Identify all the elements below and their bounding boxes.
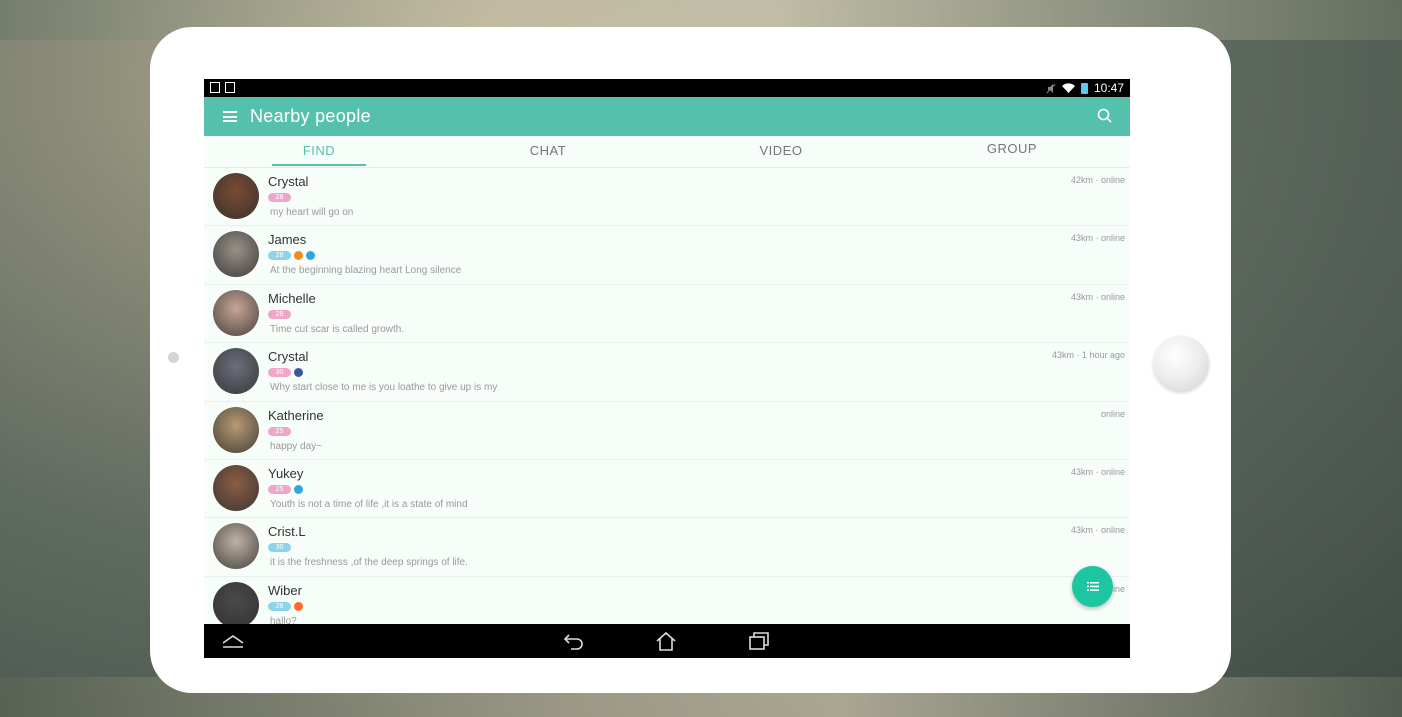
list-item[interactable]: Crystal 28 my heart will go on 42km · onlin… (204, 168, 1130, 227)
back-icon[interactable] (563, 631, 585, 651)
battery-icon (1080, 82, 1088, 94)
tab-group[interactable]: GROUP (965, 134, 1059, 165)
distance-status: 43km · online (1070, 525, 1125, 536)
distance-status: 43km · online (1070, 291, 1125, 302)
badges: 25 (268, 484, 303, 494)
page-title: Nearby people (250, 106, 371, 126)
app-bar: Nearby people (204, 97, 1130, 136)
distance-status: 43km · online (1070, 233, 1125, 244)
search-icon[interactable] (1097, 108, 1112, 123)
verified-icon (306, 251, 315, 261)
list-item[interactable]: Yukey 25 Youth is not a time of life ,it i… (204, 460, 1130, 519)
person-name: Crist.L (268, 524, 306, 540)
list-item[interactable]: Katherine 25 happy day~ online (204, 402, 1130, 460)
female-age-badge: 28 (268, 309, 291, 319)
status-message: Youth is not a time of life ,it is a sta… (270, 498, 468, 510)
male-age-badge: 30 (268, 543, 291, 553)
fire-icon (294, 601, 303, 611)
male-age-badge: 28 (268, 251, 291, 261)
status-bar: 10:47 (204, 79, 1130, 97)
status-message: it is the freshness ,of the deep springs… (270, 557, 468, 569)
wifi-icon (1061, 83, 1075, 93)
person-name: Crystal (268, 349, 309, 365)
facebook-icon (294, 368, 303, 378)
list-item[interactable]: James 28 At the beginning blazing heart Lo… (204, 226, 1130, 285)
person-name: Katherine (268, 407, 324, 423)
list-item[interactable]: Michelle 28 Time cut scar is called growth… (204, 285, 1130, 344)
avatar[interactable] (213, 464, 259, 511)
list-icon (1087, 582, 1099, 591)
male-age-badge: 28 (268, 601, 291, 611)
screen: 10:47 Nearby people FIND CHAT VIDEO GROU… (204, 79, 1130, 658)
list-item[interactable]: Crystal 30 Why start close to me is you lo… (204, 343, 1130, 402)
list-item[interactable]: Crist.L 30 it is the freshness ,of the dee… (204, 518, 1130, 577)
camera-icon (168, 352, 179, 363)
female-age-badge: 30 (268, 368, 291, 378)
verified-icon (294, 484, 303, 494)
avatar[interactable] (213, 231, 259, 278)
recents-icon[interactable] (748, 631, 770, 651)
female-age-badge: 28 (268, 193, 291, 202)
person-name: Yukey (268, 465, 304, 481)
avatar[interactable] (213, 581, 259, 628)
status-message: Why start close to me is you loathe to g… (270, 382, 498, 394)
status-message: my heart will go on (270, 207, 354, 218)
badges: 28 (268, 309, 291, 319)
status-time: 10:47 (1093, 81, 1124, 95)
person-name: James (268, 232, 307, 248)
badge-icon (294, 251, 303, 261)
person-name: Michelle (268, 290, 316, 306)
badges: 28 (268, 193, 291, 202)
image-icon (225, 82, 235, 93)
status-message: Time cut scar is called growth. (270, 323, 405, 335)
status-message: At the beginning blazing heart Long sile… (270, 265, 462, 277)
badges: 30 (268, 543, 291, 553)
badges: 28 (268, 251, 315, 261)
avatar[interactable] (213, 173, 259, 219)
distance-status: 43km · online (1070, 466, 1125, 477)
status-message: happy day~ (270, 440, 322, 452)
female-age-badge: 25 (268, 426, 291, 436)
fab-button[interactable] (1072, 566, 1113, 607)
avatar[interactable] (213, 406, 259, 453)
tablet-home-button[interactable] (1153, 336, 1209, 392)
distance-status: 43km · 1 hour ago (1051, 350, 1125, 361)
distance-status: 42km · online (1070, 175, 1125, 185)
badges: 28 (268, 601, 303, 611)
notification-icon (210, 82, 220, 93)
up-chevron-icon[interactable] (222, 631, 244, 651)
avatar[interactable] (213, 289, 259, 336)
avatar[interactable] (213, 523, 259, 570)
tab-bar: FIND CHAT VIDEO GROUP (204, 136, 1130, 168)
tab-chat[interactable]: CHAT (502, 136, 594, 167)
mute-icon (1046, 83, 1056, 93)
people-list: Crystal 28 my heart will go on 42km · onlin… (204, 168, 1130, 636)
badges: 25 (268, 426, 291, 436)
menu-icon[interactable] (223, 111, 237, 122)
avatar[interactable] (213, 348, 259, 395)
person-name: Wiber (268, 582, 302, 598)
navigation-bar (204, 624, 1130, 658)
person-name: Crystal (268, 174, 309, 189)
tab-video[interactable]: VIDEO (734, 136, 828, 167)
female-age-badge: 25 (268, 484, 291, 494)
tab-indicator (272, 164, 366, 166)
home-icon[interactable] (655, 631, 677, 651)
distance-status: online (1100, 408, 1125, 419)
tab-find[interactable]: FIND (272, 136, 366, 167)
badges: 30 (268, 368, 303, 378)
